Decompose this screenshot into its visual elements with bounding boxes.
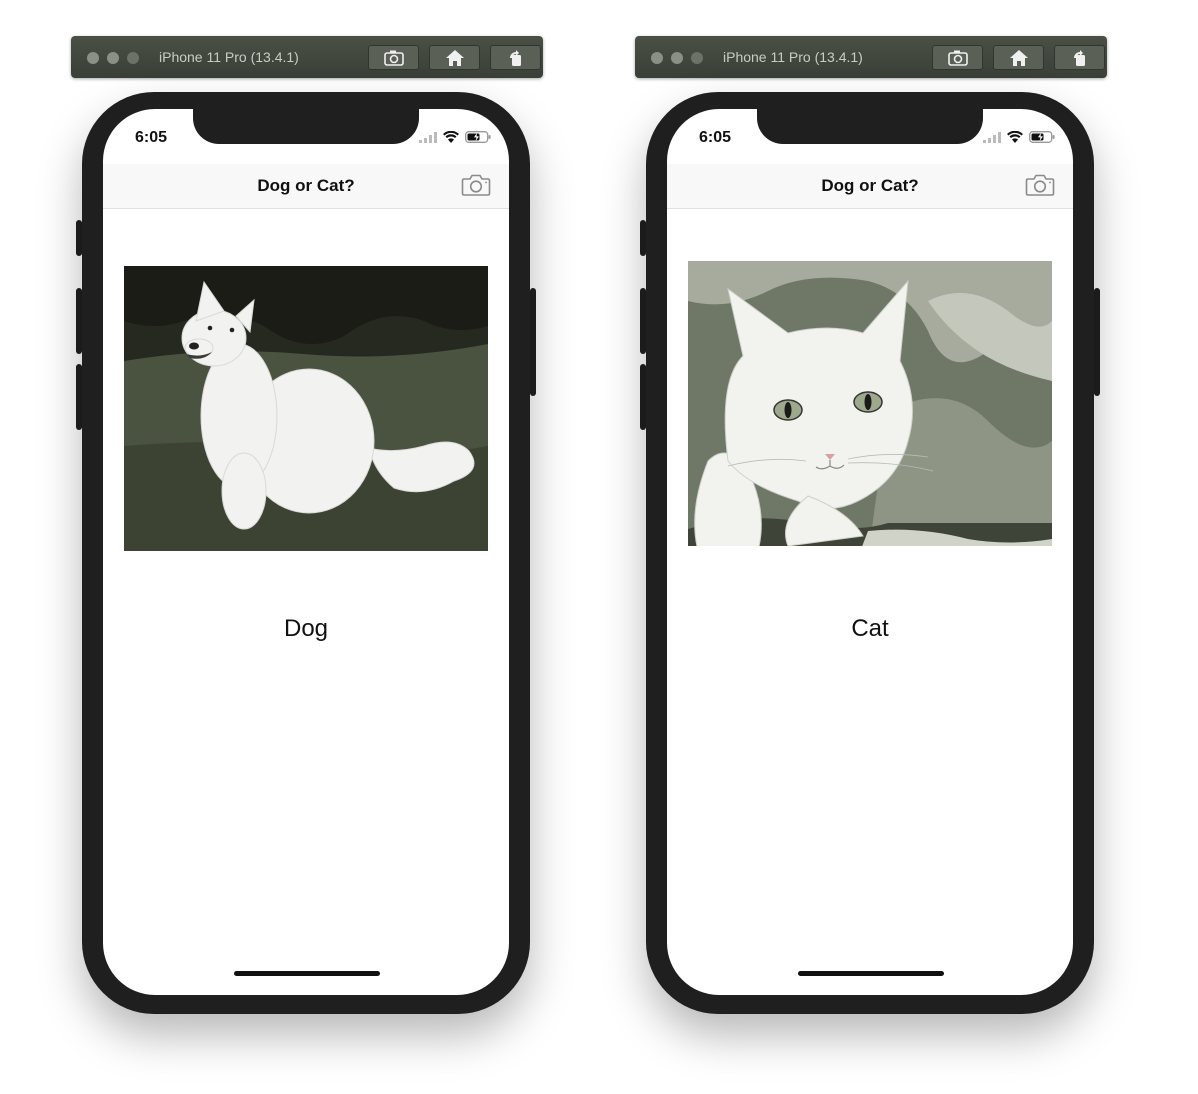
screenshot-button[interactable]: [932, 45, 983, 70]
rotate-button[interactable]: [490, 45, 541, 70]
mute-switch: [640, 220, 646, 256]
home-button[interactable]: [993, 45, 1044, 70]
side-button: [1094, 288, 1100, 396]
simulator-titlebar[interactable]: iPhone 11 Pro (13.4.1): [71, 36, 543, 78]
minimize-window-button[interactable]: [671, 52, 683, 64]
battery-icon: [1029, 131, 1055, 143]
volume-up-button: [640, 288, 646, 354]
rotate-button[interactable]: [1054, 45, 1105, 70]
wifi-icon: [1007, 131, 1023, 143]
window-title: iPhone 11 Pro (13.4.1): [723, 49, 863, 65]
close-window-button[interactable]: [87, 52, 99, 64]
phone-screen: 6:05 Dog or Cat?: [103, 109, 509, 995]
iphone-frame: 6:05 Dog or Cat?: [640, 92, 1100, 1014]
status-icons: [983, 131, 1055, 143]
battery-icon: [465, 131, 491, 143]
status-time: 6:05: [135, 129, 168, 146]
window-controls: [651, 52, 703, 64]
status-time: 6:05: [699, 129, 732, 146]
close-window-button[interactable]: [651, 52, 663, 64]
simulator-window-cat: iPhone 11 Pro (13.4.1) 6:05 Dog or Cat? …: [634, 0, 1107, 1094]
home-icon: [445, 49, 464, 66]
zoom-window-button[interactable]: [127, 52, 139, 64]
notch: [193, 109, 419, 144]
notch: [757, 109, 983, 144]
rotate-icon: [1073, 49, 1085, 66]
camera-icon: [1025, 174, 1055, 196]
status-icons: [419, 131, 491, 143]
camera-button[interactable]: [461, 173, 491, 197]
wifi-icon: [443, 131, 459, 143]
dog-photo: [124, 266, 488, 551]
volume-down-button: [76, 364, 82, 430]
cellular-icon: [983, 131, 1001, 143]
home-icon: [1009, 49, 1028, 66]
simulator-toolbar: [932, 45, 1105, 70]
iphone-frame: 6:05 Dog or Cat?: [76, 92, 536, 1014]
phone-screen: 6:05 Dog or Cat?: [667, 109, 1073, 995]
prediction-label: Cat: [851, 615, 889, 642]
volume-up-button: [76, 288, 82, 354]
prediction-label: Dog: [283, 615, 329, 642]
nav-title: Dog or Cat?: [821, 176, 919, 195]
home-indicator[interactable]: [798, 971, 944, 976]
simulator-window-dog: iPhone 11 Pro (13.4.1) 6:05 Dog or Cat? …: [70, 0, 543, 1094]
cat-photo: [688, 261, 1052, 546]
window-title: iPhone 11 Pro (13.4.1): [159, 49, 299, 65]
mute-switch: [76, 220, 82, 256]
nav-title: Dog or Cat?: [257, 176, 355, 195]
screenshot-icon: [383, 50, 404, 66]
simulator-toolbar: [368, 45, 541, 70]
camera-icon: [461, 174, 491, 196]
cellular-icon: [419, 131, 437, 143]
home-button[interactable]: [429, 45, 480, 70]
minimize-window-button[interactable]: [107, 52, 119, 64]
volume-down-button: [640, 364, 646, 430]
zoom-window-button[interactable]: [691, 52, 703, 64]
window-controls: [87, 52, 139, 64]
simulator-titlebar[interactable]: iPhone 11 Pro (13.4.1): [635, 36, 1107, 78]
camera-button[interactable]: [1025, 173, 1055, 197]
screenshot-icon: [947, 50, 968, 66]
rotate-icon: [509, 49, 521, 66]
navigation-bar: Dog or Cat?: [667, 164, 1073, 209]
screenshot-button[interactable]: [368, 45, 419, 70]
navigation-bar: Dog or Cat?: [103, 164, 509, 209]
side-button: [530, 288, 536, 396]
home-indicator[interactable]: [234, 971, 380, 976]
